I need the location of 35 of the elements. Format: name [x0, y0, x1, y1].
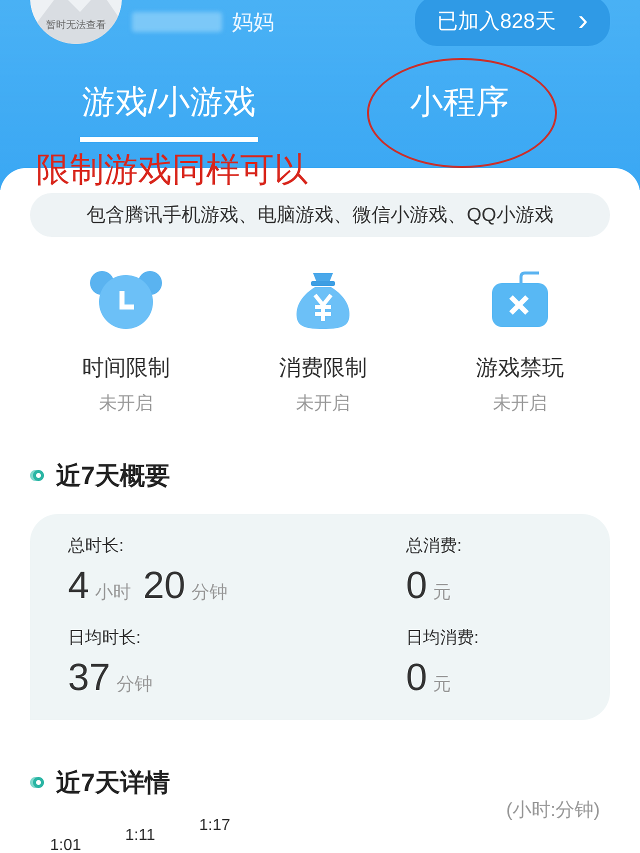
- stat-value: 4: [68, 565, 90, 608]
- section-title: 近7天详情: [56, 768, 170, 799]
- control-status: 未开启: [296, 392, 350, 415]
- stat-value: 0: [406, 657, 428, 700]
- stat-label: 总时长:: [68, 535, 125, 557]
- stat-unit: 小时: [95, 581, 132, 604]
- money-bag-icon: [296, 273, 350, 329]
- stat-value: 37: [68, 657, 110, 700]
- stat-unit: 分钟: [116, 673, 152, 696]
- stat-label: 日均时长:: [68, 627, 142, 649]
- section-title: 近7天概要: [56, 461, 170, 492]
- control-label[interactable]: 消费限制: [279, 353, 367, 383]
- relation-label: 妈妈: [232, 10, 274, 36]
- control-label[interactable]: 时间限制: [82, 353, 170, 383]
- unit-label: (小时:分钟): [505, 799, 600, 823]
- clock-icon: [90, 271, 162, 329]
- control-label[interactable]: 游戏禁玩: [476, 353, 564, 383]
- stat-label: 总消费:: [406, 535, 463, 557]
- stat-label: 日均消费:: [406, 627, 480, 649]
- chevron-icon: ›: [578, 4, 588, 38]
- stat-value: 20: [143, 565, 186, 608]
- bullet-icon: [33, 777, 44, 788]
- bar-value: 1:11: [125, 827, 156, 845]
- stat-value: 0: [406, 565, 428, 608]
- notice-banner: 包含腾讯手机游戏、电脑游戏、微信小游戏、QQ小游戏: [30, 193, 610, 237]
- avatar-caption: 暂时无法查看: [46, 18, 106, 32]
- gamepad-x-icon: [492, 272, 548, 327]
- bar-value: 1:17: [199, 817, 230, 835]
- stat-unit: 分钟: [191, 581, 228, 604]
- bullet-icon: [33, 470, 44, 481]
- stat-unit: 元: [433, 673, 452, 696]
- stat-unit: 元: [433, 581, 452, 604]
- control-status: 未开启: [99, 392, 153, 415]
- control-status: 未开启: [493, 392, 547, 415]
- bar-value: 1:01: [50, 837, 82, 853]
